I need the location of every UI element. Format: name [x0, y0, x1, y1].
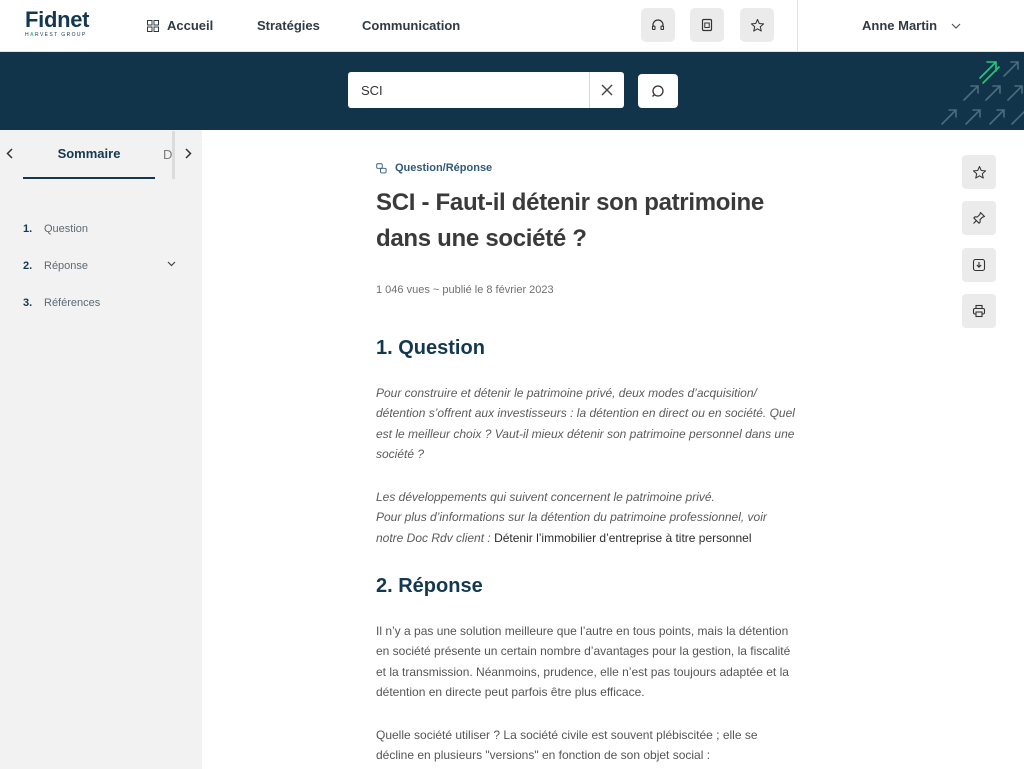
- header-divider: [797, 0, 798, 52]
- pin-icon: [973, 211, 986, 224]
- download-icon: [972, 258, 986, 272]
- favorite-article-button[interactable]: [962, 155, 996, 189]
- answer-paragraph: Il n’y a pas une solution meilleure que …: [376, 624, 791, 699]
- document-icon: [701, 18, 713, 32]
- documents-button[interactable]: [690, 8, 724, 42]
- toc-item-references[interactable]: 3. Références: [23, 284, 178, 321]
- download-article-button[interactable]: [962, 248, 996, 282]
- toc-label: Réponse: [44, 259, 89, 272]
- search-icon: [652, 85, 664, 97]
- top-bar: Fidnet HARVEST GROUP Accueil Stratégies …: [0, 0, 1024, 52]
- headset-icon: [651, 19, 665, 31]
- chevron-down-icon: [951, 23, 961, 29]
- tabs-scroll-left-button[interactable]: [2, 146, 16, 160]
- clear-search-button[interactable]: [589, 72, 624, 108]
- support-button[interactable]: [641, 8, 675, 42]
- close-icon: [601, 84, 613, 96]
- toc-label: Question: [44, 222, 89, 235]
- arrows-decoration-icon: [941, 61, 1024, 125]
- section-title-question: 1. Question: [376, 337, 485, 359]
- fidnet-logo[interactable]: Fidnet HARVEST GROUP: [25, 7, 90, 39]
- chevron-right-icon: [184, 147, 192, 159]
- search-band: [0, 52, 1024, 130]
- chevron-down-icon[interactable]: [167, 261, 176, 267]
- search-box: [348, 72, 624, 108]
- article-category: Question/Réponse: [376, 162, 492, 174]
- note-line: Les développements qui suivent concernen…: [376, 490, 715, 504]
- logo-subtitle: HARVEST GROUP: [25, 32, 87, 38]
- table-of-contents: 1. Question 2. Réponse 3. Références: [23, 210, 178, 321]
- nav-accueil[interactable]: Accueil: [147, 0, 213, 51]
- toc-item-reponse[interactable]: 2. Réponse: [23, 247, 178, 284]
- toc-label: Références: [44, 296, 101, 309]
- tabs-scroll-right-button[interactable]: [181, 146, 195, 160]
- nav-accueil-label: Accueil: [167, 18, 214, 33]
- tab-sommaire[interactable]: Sommaire: [23, 130, 155, 179]
- article-category-label: Question/Réponse: [395, 162, 493, 174]
- chevron-left-icon: [5, 147, 13, 159]
- question-paragraph: Pour construire et détenir le patrimoine…: [376, 386, 795, 461]
- article-meta: 1 046 vues ~ publié le 8 février 2023: [376, 284, 554, 296]
- star-icon: [750, 18, 764, 32]
- grid-icon: [147, 19, 159, 32]
- nav-communication[interactable]: Communication: [362, 0, 460, 51]
- article-title: SCI - Faut-il détenir son patrimoine dan…: [376, 189, 764, 252]
- logo-text: Fidnet: [25, 7, 90, 32]
- tabs-scroll-divider: [172, 131, 175, 179]
- favorites-button[interactable]: [740, 8, 774, 42]
- answer-paragraph: Quelle société utiliser ? La société civ…: [376, 728, 758, 763]
- toc-number: 2.: [23, 259, 33, 272]
- question-answer-icon: [376, 162, 387, 173]
- search-submit-button[interactable]: [638, 74, 678, 108]
- related-doc-link[interactable]: Détenir l’immobilier d’entreprise à titr…: [494, 531, 751, 545]
- star-icon: [972, 165, 986, 179]
- user-menu[interactable]: Anne Martin: [862, 0, 961, 51]
- search-input[interactable]: [348, 72, 589, 108]
- print-icon: [972, 304, 986, 318]
- nav-strategies[interactable]: Stratégies: [257, 0, 320, 51]
- pin-article-button[interactable]: [962, 201, 996, 235]
- question-note-paragraph: Les développements qui suivent concernen…: [376, 487, 796, 548]
- user-name: Anne Martin: [862, 18, 938, 33]
- sidebar: Sommaire Documents 1. Question 2. Répons…: [0, 130, 202, 769]
- print-article-button[interactable]: [962, 294, 996, 328]
- section-title-reponse: 2. Réponse: [376, 575, 483, 597]
- toc-number: 3.: [23, 296, 33, 309]
- toc-item-question[interactable]: 1. Question: [23, 210, 178, 247]
- toc-number: 1.: [23, 222, 33, 235]
